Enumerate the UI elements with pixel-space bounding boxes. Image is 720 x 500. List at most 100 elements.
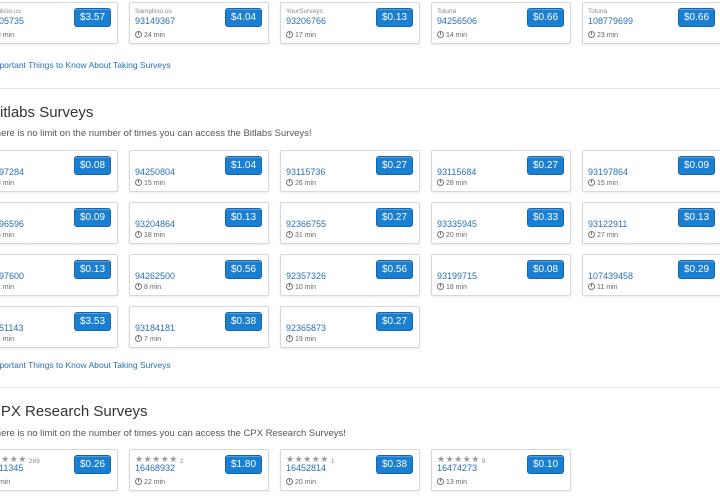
survey-id: 93151143 [0,323,24,333]
price-button[interactable]: $0.09 [74,208,111,227]
survey-card[interactable]: 93199715 18 min $0.08 [431,254,571,296]
price-button[interactable]: $0.38 [225,312,262,331]
survey-card[interactable]: 93204864 18 min $0.13 [129,202,269,244]
price-button[interactable]: $0.29 [678,260,715,279]
survey-card[interactable]: 93115684 28 min $0.27 [431,150,571,192]
survey-card[interactable]: YourSurveys 93206766 17 min $0.13 [280,2,420,44]
price-button[interactable]: $0.27 [376,208,413,227]
survey-duration: 15 min [0,231,14,239]
survey-id: 93197864 [588,167,629,177]
price-button[interactable]: $0.08 [74,156,111,175]
survey-card[interactable]: 93197864 15 min $0.09 [582,150,720,192]
price-button[interactable]: $0.27 [376,312,413,331]
price-button[interactable]: $0.66 [678,8,715,27]
duration-text: 15 min [0,232,15,239]
important-things-link-bitlabs[interactable]: Important Things to Know About Taking Su… [0,360,171,370]
duration-text: 28 min [446,180,468,187]
price-button[interactable]: $0.27 [376,156,413,175]
clock-icon [437,478,444,485]
duration-text: 23 min [597,32,619,39]
price-button[interactable]: $3.57 [74,8,111,27]
survey-provider: Toluna [588,8,608,15]
price-button[interactable]: $1.80 [225,455,262,474]
survey-id: 16411345 [0,463,24,473]
survey-duration: 18 min [135,231,165,239]
clock-icon [588,231,595,238]
survey-card[interactable]: 93196596 15 min $0.09 [0,202,118,244]
survey-card[interactable]: 92366755 31 min $0.27 [280,202,420,244]
survey-duration: 28 min [437,179,467,187]
survey-card[interactable]: ★★★★★269164113457 min$0.26 [0,449,118,491]
duration-text: 22 min [144,479,166,486]
price-button[interactable]: $3.53 [74,312,111,331]
duration-text: 15 min [144,180,166,187]
clock-icon [135,283,142,290]
survey-card[interactable]: Samplicio.us94205735 39 min $3.57 [0,2,118,44]
survey-card[interactable]: 107439458 11 min $0.29 [582,254,720,296]
survey-duration: 7 min [135,335,161,343]
clock-icon [437,31,444,38]
duration-text: 39 min [0,32,15,39]
survey-card[interactable]: 94262500 8 min $0.56 [129,254,269,296]
price-button[interactable]: $0.33 [527,208,564,227]
survey-card[interactable]: 93115736 26 min $0.27 [280,150,420,192]
clock-icon [286,335,293,342]
price-button[interactable]: $0.13 [225,208,262,227]
survey-card[interactable]: 93335945 20 min $0.33 [431,202,571,244]
price-button[interactable]: $0.66 [527,8,564,27]
price-button[interactable]: $0.27 [527,156,564,175]
survey-card[interactable]: 92797600 31 min $0.13 [0,254,118,296]
price-button[interactable]: $0.09 [678,156,715,175]
price-button[interactable]: $4.04 [225,8,262,27]
survey-id: 92365873 [286,323,327,333]
survey-card[interactable]: ★★★★★ 8 16474273 13 min $0.10 [431,449,571,491]
price-button[interactable]: $0.13 [678,208,715,227]
survey-card[interactable]: 93151143 24 min $3.53 [0,306,118,348]
survey-card[interactable]: 93122911 27 min $0.13 [582,202,720,244]
duration-text: 27 min [597,232,619,239]
survey-card[interactable]: ★★★★★ 1 16452814 20 min $0.38 [280,449,420,491]
survey-card[interactable]: 93184181 7 min $0.38 [129,306,269,348]
price-button[interactable]: $0.56 [225,260,262,279]
survey-id: 92366755 [286,219,327,229]
duration-text: 18 min [0,180,15,187]
survey-card[interactable]: 93197284 18 min $0.08 [0,150,118,192]
survey-card[interactable]: Toluna 94256506 14 min $0.66 [431,2,571,44]
survey-card[interactable]: Toluna 108779699 23 min $0.66 [582,2,720,44]
duration-text: 13 min [446,479,468,486]
survey-id: 93204864 [135,219,176,229]
duration-text: 7 min [144,336,162,343]
survey-card[interactable]: Samplicio.us 93149367 24 min $4.04 [129,2,269,44]
clock-icon [286,283,293,290]
duration-text: 20 min [295,479,317,486]
survey-card[interactable]: 92357326 10 min $0.56 [280,254,420,296]
price-button[interactable]: $0.38 [376,455,413,474]
price-button[interactable]: $0.13 [74,260,111,279]
survey-id: 107439458 [588,271,634,281]
survey-card[interactable]: ★★★★★ 2 16468932 22 min $1.80 [129,449,269,491]
survey-duration: 39 min [0,31,14,39]
price-button[interactable]: $1.04 [225,156,262,175]
important-things-link-top[interactable]: Important Things to Know About Taking Su… [0,60,171,70]
survey-card[interactable]: 92365873 19 min $0.27 [280,306,420,348]
duration-text: 18 min [446,284,468,291]
duration-text: 31 min [0,284,15,291]
duration-text: 10 min [295,284,317,291]
survey-duration: 22 min [135,478,165,486]
price-button[interactable]: $0.08 [527,260,564,279]
price-button[interactable]: $0.26 [74,455,111,474]
clock-icon [135,335,142,342]
section-description-cpx: There is no limit on the number of times… [0,428,346,439]
survey-id: 16474273 [437,463,478,473]
price-button[interactable]: $0.13 [376,8,413,27]
duration-text: 31 min [295,232,317,239]
clock-icon [286,179,293,186]
survey-duration: 7 min [0,478,10,486]
price-button[interactable]: $0.56 [376,260,413,279]
survey-id: 94256506 [437,16,478,26]
survey-card[interactable]: 94250804 15 min $1.04 [129,150,269,192]
rating-count: 2 [179,458,184,465]
price-button[interactable]: $0.10 [527,455,564,474]
survey-duration: 27 min [588,231,618,239]
survey-id: 93197284 [0,167,25,177]
